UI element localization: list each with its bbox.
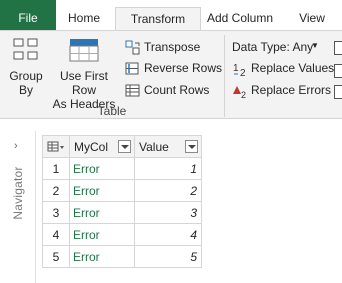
group-by-icon	[13, 38, 38, 60]
transpose-icon	[125, 40, 140, 55]
row-number: 4	[42, 223, 70, 246]
detect-type-icon[interactable]	[334, 41, 342, 55]
row-number: 3	[42, 201, 70, 224]
group-by-label-line2: By	[18, 83, 33, 97]
ribbon-tab-strip: File Home Transform Add Column View	[0, 0, 342, 30]
grid-header-row: MyCol Value	[42, 135, 202, 158]
table-group-label: Table	[97, 104, 127, 118]
column-header-label: Value	[139, 139, 169, 154]
use-headers-icon	[69, 39, 99, 62]
svg-text:2: 2	[240, 68, 246, 77]
table-row: 1 Error 1	[42, 157, 202, 180]
svg-text:2: 2	[241, 90, 246, 99]
count-rows-label: Count Rows	[144, 83, 210, 97]
svg-text:1: 1	[233, 63, 239, 74]
value-cell[interactable]: 1	[134, 157, 202, 180]
data-grid: MyCol Value 1 Error 1 2 Error 2 3 Error …	[42, 135, 202, 268]
filter-dropdown-icon[interactable]	[185, 140, 198, 153]
error-link[interactable]: Error	[69, 223, 135, 246]
value-cell[interactable]: 2	[134, 179, 202, 202]
table-row: 5 Error 5	[42, 245, 202, 268]
error-link[interactable]: Error	[69, 179, 135, 202]
replace-values-label: Replace Values	[251, 61, 335, 75]
error-link[interactable]: Error	[69, 157, 135, 180]
filter-dropdown-icon[interactable]	[118, 140, 131, 153]
data-type-label: Data Type: Any	[232, 40, 314, 54]
rename-icon[interactable]	[334, 64, 342, 78]
column-header-label: MyCol	[74, 139, 109, 154]
replace-errors-icon: 2	[233, 86, 246, 99]
reverse-rows-label: Reverse Rows	[144, 61, 223, 75]
column-header-value[interactable]: Value	[134, 135, 202, 158]
value-cell[interactable]: 3	[134, 201, 202, 224]
transpose-label: Transpose	[144, 40, 201, 54]
ribbon-group-separator	[224, 35, 225, 117]
use-headers-label-line1: Use First Row	[60, 69, 108, 97]
table-menu-button[interactable]	[42, 135, 70, 158]
use-first-row-as-headers-button[interactable]: Use First Row As Headers	[47, 37, 121, 111]
tab-transform[interactable]: Transform	[115, 7, 201, 30]
value-cell[interactable]: 4	[134, 223, 202, 246]
fill-icon[interactable]	[334, 85, 342, 99]
table-row: 2 Error 2	[42, 179, 202, 202]
group-by-button[interactable]: Group By	[6, 37, 46, 97]
tab-add-column[interactable]: Add Column	[201, 7, 279, 30]
tab-view[interactable]: View	[283, 7, 341, 30]
replace-errors-label: Replace Errors	[251, 83, 332, 97]
column-header-mycol[interactable]: MyCol	[69, 135, 135, 158]
count-rows-icon	[125, 84, 140, 97]
replace-values-icon: 1 2	[233, 63, 246, 77]
navigator-label: Navigator	[11, 166, 25, 220]
error-link[interactable]: Error	[69, 245, 135, 268]
chevron-down-icon: ▼	[311, 41, 319, 50]
row-number: 5	[42, 245, 70, 268]
tab-file[interactable]: File	[0, 0, 56, 30]
table-row: 4 Error 4	[42, 223, 202, 246]
reverse-rows-icon	[125, 62, 139, 75]
row-number: 1	[42, 157, 70, 180]
table-icon	[47, 141, 64, 151]
value-cell[interactable]: 5	[134, 245, 202, 268]
ribbon-panel: Group By Use First Row As Headers Transp…	[0, 30, 342, 119]
tab-home[interactable]: Home	[56, 7, 112, 30]
row-number: 2	[42, 179, 70, 202]
navigator-pane[interactable]: › Navigator	[0, 131, 36, 283]
error-link[interactable]: Error	[69, 201, 135, 224]
group-by-label-line1: Group	[9, 69, 43, 83]
chevron-right-icon[interactable]: ›	[14, 140, 18, 152]
table-row: 3 Error 3	[42, 201, 202, 224]
